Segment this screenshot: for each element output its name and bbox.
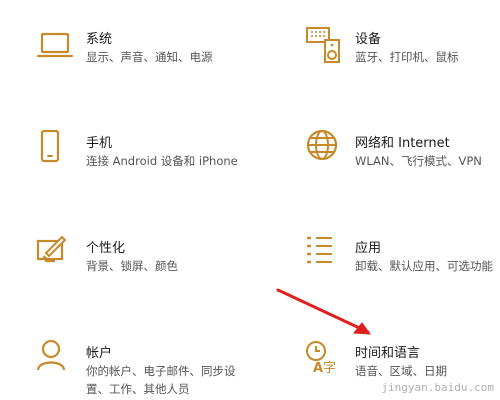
tile-description: 显示、声音、通知、电源 [86,50,213,64]
globe-icon [305,130,345,170]
tile-title: 设备 [355,32,382,47]
tile-system[interactable]: 系统 显示、声音、通知、电源 [36,26,256,96]
tile-title: 手机 [86,136,113,151]
tile-devices[interactable]: 设备 蓝牙、打印机、鼠标 [305,26,500,96]
tile-description: WLAN、飞行模式、VPN [355,154,482,168]
tile-apps[interactable]: 应用 卸载、默认应用、可选功能 [305,235,500,305]
tile-personalization[interactable]: 个性化 背景、锁屏、颜色 [36,235,256,305]
tile-accounts[interactable]: 帐户 你的帐户、电子邮件、同步设置、工作、其他人员 [36,340,256,400]
laptop-icon [36,26,76,66]
tile-title: 系统 [86,32,113,47]
tile-title: 个性化 [86,241,126,256]
svg-text:字: 字 [323,361,336,376]
tile-title: 网络和 Internet [355,136,450,151]
list-icon [305,235,345,275]
tile-network[interactable]: 网络和 Internet WLAN、飞行模式、VPN [305,130,500,200]
tile-description: 语音、区域、日期 [355,364,447,378]
tile-title: 帐户 [86,346,113,361]
tile-phone[interactable]: 手机 连接 Android 设备和 iPhone [36,130,256,200]
paint-brush-icon [36,235,76,275]
tile-description: 蓝牙、打印机、鼠标 [355,50,459,64]
tile-title: 时间和语言 [355,346,421,361]
tile-description: 你的帐户、电子邮件、同步设置、工作、其他人员 [86,364,236,396]
time-language-icon: A 字 [305,340,345,380]
settings-page: 系统 显示、声音、通知、电源 设备 蓝牙、打印机、鼠标 手机 连接 Androi… [0,0,500,400]
svg-text:A: A [313,361,323,376]
person-icon [36,340,76,380]
tile-title: 应用 [355,241,382,256]
watermark: jingyan.baidu.com [381,381,494,394]
tile-description: 连接 Android 设备和 iPhone [86,154,238,168]
tile-description: 背景、锁屏、颜色 [86,259,178,273]
keyboard-speaker-icon [305,26,345,66]
phone-icon [36,130,76,170]
tile-description: 卸载、默认应用、可选功能 [355,259,493,273]
